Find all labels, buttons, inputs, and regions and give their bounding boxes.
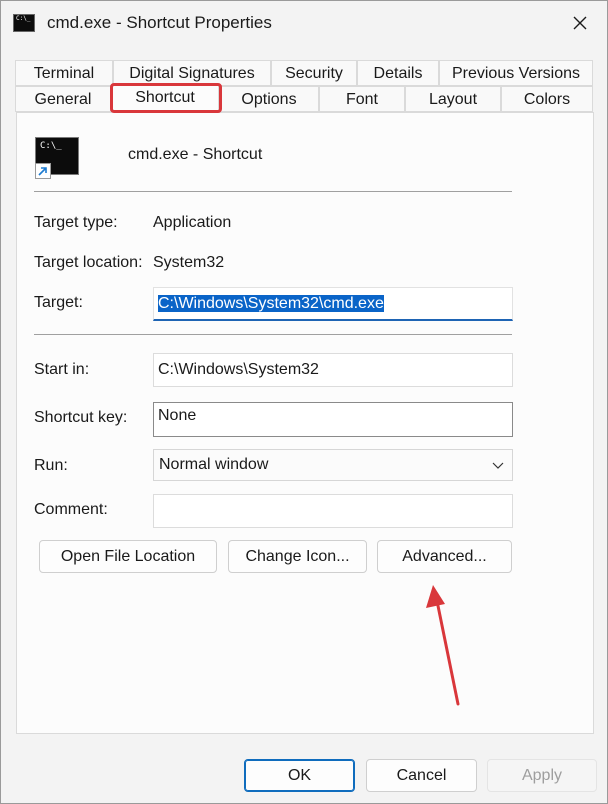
target-type-value: Application: [153, 214, 232, 231]
tab-terminal[interactable]: Terminal: [15, 60, 113, 86]
target-value: C:\Windows\System32\cmd.exe: [158, 295, 384, 312]
console-prompt: C:\_: [40, 141, 62, 151]
close-icon: [573, 16, 587, 30]
close-button[interactable]: [559, 5, 601, 41]
tab-general[interactable]: General: [15, 86, 111, 112]
divider: [34, 334, 512, 335]
tab-digital-signatures[interactable]: Digital Signatures: [113, 60, 271, 86]
tab-layout[interactable]: Layout: [405, 86, 501, 112]
target-location-label: Target location:: [34, 254, 143, 271]
apply-button[interactable]: Apply: [487, 759, 597, 792]
shortcut-name: cmd.exe - Shortcut: [128, 146, 263, 163]
tab-shortcut[interactable]: Shortcut: [111, 84, 219, 113]
shortcut-key-input[interactable]: None: [153, 402, 513, 437]
tab-options[interactable]: Options: [219, 86, 319, 112]
start-in-input[interactable]: C:\Windows\System32: [153, 353, 513, 387]
target-label: Target:: [34, 294, 83, 311]
console-icon: C:\_: [13, 14, 35, 32]
divider: [34, 191, 512, 192]
run-dropdown[interactable]: Normal window: [153, 449, 513, 481]
start-in-label: Start in:: [34, 361, 90, 378]
title-bar: C:\_ cmd.exe - Shortcut Properties: [1, 1, 607, 45]
shortcut-arrow-glyph: [38, 167, 47, 176]
shortcut-key-label: Shortcut key:: [34, 409, 128, 426]
target-input[interactable]: C:\Windows\System32\cmd.exe: [153, 287, 513, 321]
shortcut-arrow-icon: [35, 163, 51, 179]
ok-button[interactable]: OK: [244, 759, 355, 792]
properties-window: C:\_ cmd.exe - Shortcut Properties Termi…: [0, 0, 608, 804]
open-file-location-button[interactable]: Open File Location: [39, 540, 217, 573]
chevron-down-icon: [492, 462, 504, 469]
cancel-button[interactable]: Cancel: [366, 759, 477, 792]
run-selected-value: Normal window: [159, 456, 269, 473]
run-label: Run:: [34, 457, 68, 474]
window-title: cmd.exe - Shortcut Properties: [47, 13, 272, 32]
tab-font[interactable]: Font: [319, 86, 405, 112]
comment-input[interactable]: [153, 494, 513, 528]
tab-previous-versions[interactable]: Previous Versions: [439, 60, 593, 86]
console-prompt: C:\_: [16, 15, 31, 22]
tab-details[interactable]: Details: [357, 60, 439, 86]
change-icon-button[interactable]: Change Icon...: [228, 540, 367, 573]
target-location-value: System32: [153, 254, 225, 271]
tab-colors[interactable]: Colors: [501, 86, 593, 112]
tab-security[interactable]: Security: [271, 60, 357, 86]
target-type-label: Target type:: [34, 214, 118, 231]
advanced-button[interactable]: Advanced...: [377, 540, 512, 573]
comment-label: Comment:: [34, 501, 108, 518]
